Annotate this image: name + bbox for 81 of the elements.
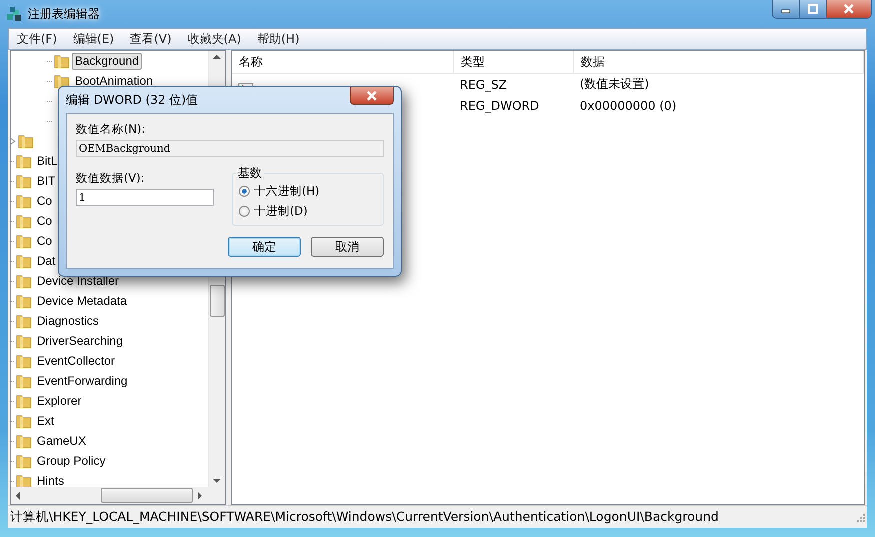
folder-icon [54,53,70,69]
status-path: 计算机\HKEY_LOCAL_MACHINE\SOFTWARE\Microsoft\Windows\CurrentVersion\Authentication\LogonUI\Background [10,508,719,526]
ok-button[interactable]: 确定 [228,237,301,257]
folder-icon [16,353,32,369]
scroll-left-arrow-icon [15,492,21,500]
folder-icon [54,73,70,89]
horizontal-scrollbar[interactable] [11,487,225,504]
tree-item[interactable]: EventCollector [34,352,118,370]
close-button[interactable] [827,0,871,18]
folder-icon [16,333,32,349]
tree-item[interactable]: Hints [34,472,68,487]
value-data: 0x00000000 (0) [579,98,678,112]
cancel-button[interactable]: 取消 [311,237,384,257]
folder-icon [16,153,32,169]
radio-label[interactable]: 十进制(D) [254,204,308,218]
tree-item[interactable]: BootAnimation [72,72,156,90]
tree-item[interactable]: Co [34,232,56,250]
tree-item[interactable]: Group Policy [34,452,109,470]
tree-item[interactable]: DriverSearching [34,332,126,350]
maximize-button[interactable] [800,0,827,18]
menu-item[interactable]: 文件(F) [9,30,66,48]
folder-icon [16,293,32,309]
tree-item[interactable]: Co [34,212,56,230]
folder-icon [16,453,32,469]
column-header[interactable]: 类型 [454,51,574,73]
folder-icon [16,473,32,487]
tree-item[interactable]: BitL [34,152,61,170]
radio-label[interactable]: 十六进制(H) [254,184,320,198]
close-button[interactable] [350,87,394,105]
value-type: REG_SZ [459,78,508,92]
folder-icon [16,273,32,289]
folder-icon [16,313,32,329]
value-name-label: 数值名称(N): [76,122,146,137]
window-title: 注册表编辑器 [28,6,100,22]
menu-item[interactable]: 收藏夹(A) [180,30,250,48]
folder-icon [16,433,32,449]
scroll-thumb[interactable] [101,488,193,503]
value-name-field[interactable]: OEMBackground [76,140,384,157]
folder-icon [16,193,32,209]
minimize-button[interactable] [773,0,800,18]
radio-button[interactable] [239,186,250,196]
folder-icon [16,393,32,409]
tree-item[interactable]: GameUX [34,432,90,450]
resize-grip-icon [855,512,865,522]
tree-item[interactable]: EventForwarding [34,372,131,390]
menu-item[interactable]: 编辑(E) [65,30,122,48]
close-icon [843,4,855,14]
dialog-title: 编辑 DWORD (32 位)值 [66,92,198,108]
tree-item[interactable]: Dat [34,252,59,270]
radio-button[interactable] [239,206,250,216]
groupbox-title: 基数 [236,165,264,182]
close-icon [366,90,378,100]
scroll-down-arrow-icon [213,478,221,484]
tree-item[interactable]: Co [34,192,56,210]
tree-item[interactable]: Explorer [34,392,85,410]
tree-item[interactable]: Diagnostics [34,312,102,330]
value-data-label: 数值数据(V): [76,171,146,186]
tree-item[interactable]: Background [72,52,142,70]
tree-item[interactable]: BIT [34,172,59,190]
folder-icon [16,173,32,189]
menu-item[interactable]: 查看(V) [122,30,180,48]
folder-icon [18,133,34,149]
value-data: (数值未设置) [579,76,650,93]
scroll-thumb[interactable] [210,285,224,317]
folder-icon [16,413,32,429]
tree-item[interactable]: Device Installer [34,272,122,290]
menu-item[interactable]: 帮助(H) [249,30,308,48]
scroll-up-arrow-icon [213,54,221,60]
value-data-field[interactable]: 1 [76,189,214,206]
registry-cubes-icon [6,6,22,22]
folder-icon [16,213,32,229]
tree-item[interactable]: Ext [34,412,58,430]
folder-icon [16,373,32,389]
maximize-icon [808,4,818,14]
value-type: REG_DWORD [459,98,540,112]
column-header[interactable]: 数据 [574,51,864,73]
scroll-right-arrow-icon [197,492,203,500]
tree-item[interactable]: Device Metadata [34,292,130,310]
folder-icon [16,253,32,269]
folder-icon [16,233,32,249]
column-header[interactable]: 名称 [232,51,454,73]
